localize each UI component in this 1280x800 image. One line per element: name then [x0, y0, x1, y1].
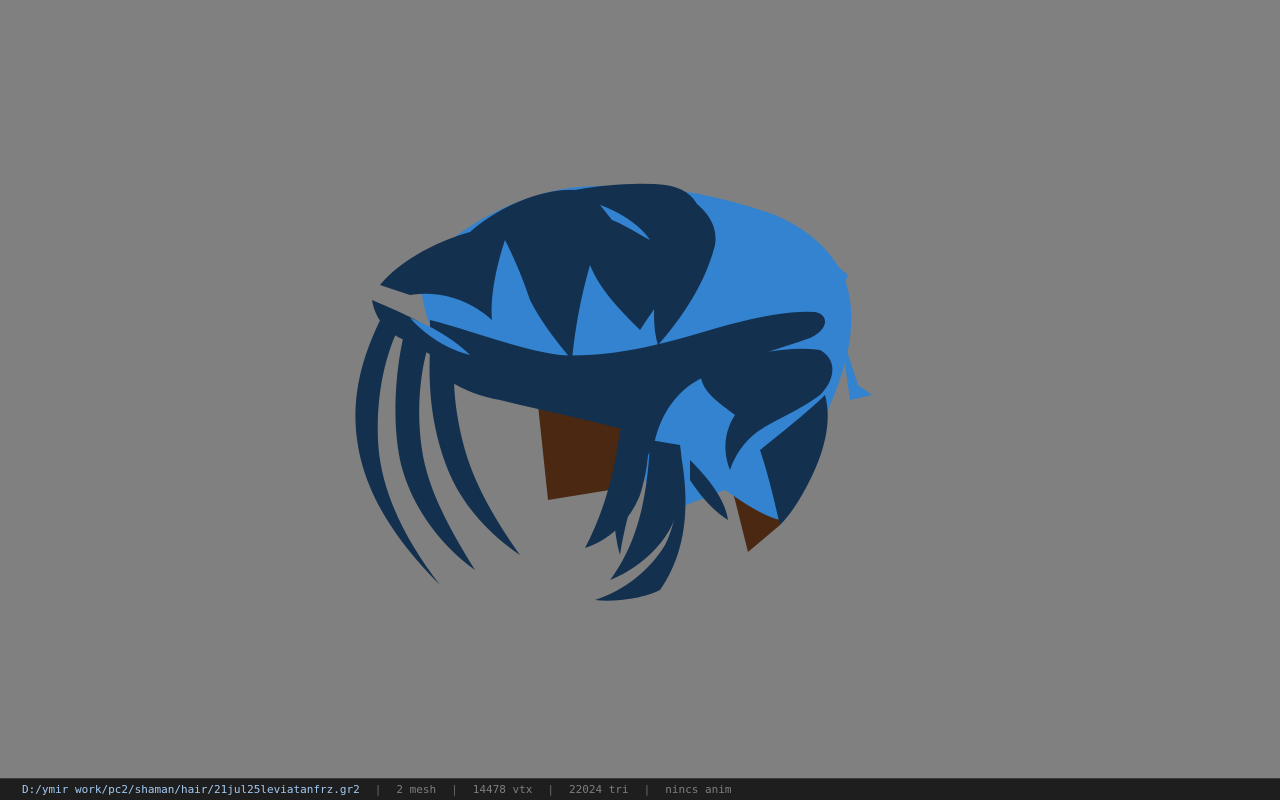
animation-status: nincs anim: [665, 783, 732, 796]
vertex-count: 14478 vtx: [472, 783, 533, 796]
separator: |: [374, 783, 382, 796]
hair-model-render[interactable]: [0, 0, 1280, 778]
status-bar: D:/ymir work/pc2/shaman/hair/21jul25levi…: [0, 778, 1280, 800]
separator: |: [547, 783, 554, 796]
3d-viewport[interactable]: [0, 0, 1280, 778]
separator: |: [643, 783, 651, 796]
separator: |: [451, 783, 458, 796]
mesh-count: 2 mesh: [396, 783, 437, 796]
file-path: D:/ymir work/pc2/shaman/hair/21jul25levi…: [22, 783, 360, 796]
triangle-count: 22024 tri: [569, 783, 629, 796]
